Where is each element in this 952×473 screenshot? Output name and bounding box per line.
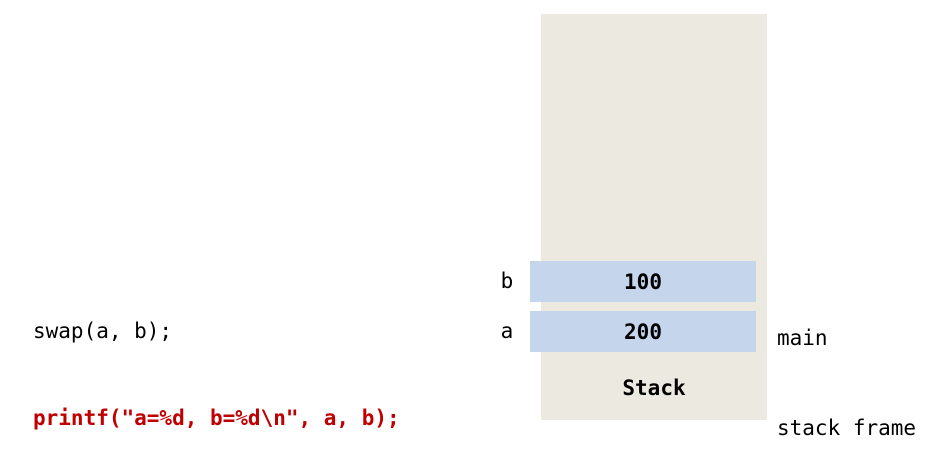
variable-label-b: b [500,269,514,293]
code-line-swap-call: swap(a, b); [33,319,173,343]
stack-cell-a-value: 200 [624,319,662,344]
stack-cell-a: 200 [530,311,756,352]
stack-frame-label: main stack frame [777,263,916,473]
stack-cell-b-value: 100 [624,269,662,294]
stack-region [541,14,767,420]
stack-title: Stack [622,376,686,400]
stack-cell-b: 100 [530,261,756,302]
code-snippet: swap(a, b); printf("a=%d, b=%d\n", a, b)… [33,259,400,462]
code-line-printf-call: printf("a=%d, b=%d\n", a, b); [33,406,400,430]
variable-label-a: a [500,319,514,343]
stack-frame-label-line-1: main [777,326,828,350]
stack-frame-label-line-2: stack frame [777,416,917,440]
